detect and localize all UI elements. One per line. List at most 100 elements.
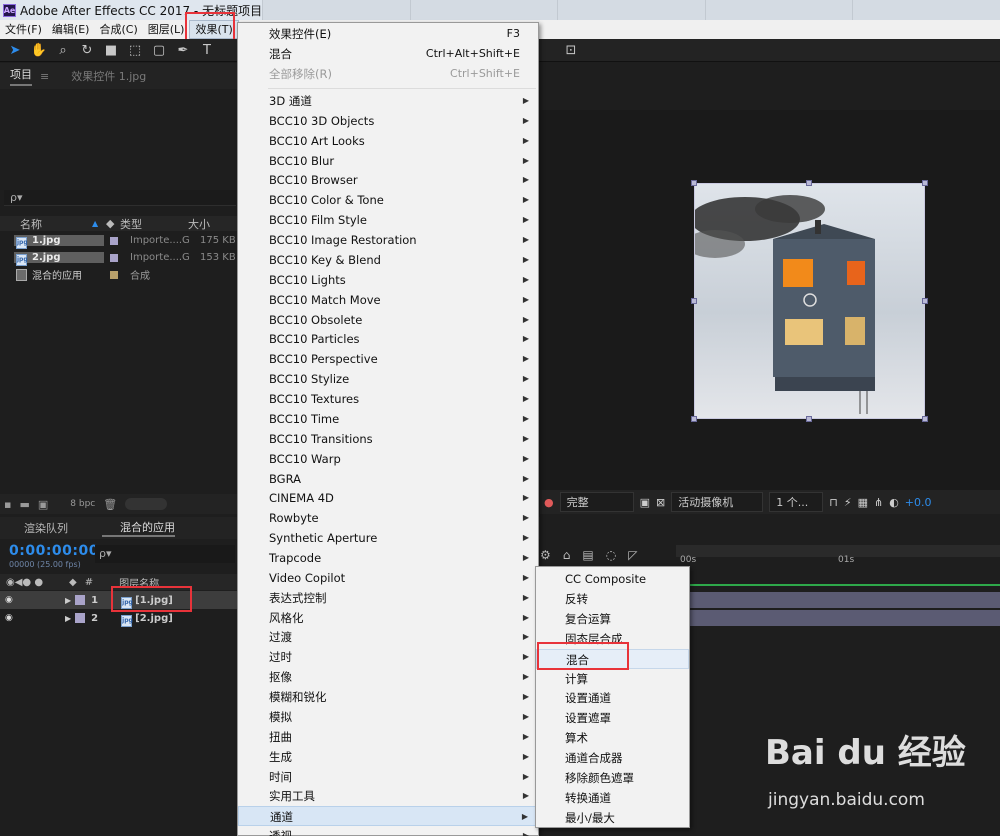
composition-image-flying-burning-house[interactable] — [694, 183, 925, 419]
submenu-item-channel-effect[interactable]: 最小/最大 — [536, 808, 689, 828]
submenu-item-channel-effect[interactable]: 反转 — [536, 589, 689, 609]
submenu-item-channel-effect[interactable]: 复合运算 — [536, 609, 689, 629]
menu-item-effect-category[interactable]: BCC10 Match Move ▶ — [238, 290, 538, 310]
selection-tool-icon[interactable]: ➤ — [6, 41, 24, 59]
menu-item-effect-category[interactable]: BCC10 Warp ▶ — [238, 449, 538, 469]
menu-item-effect-category[interactable]: BCC10 Film Style ▶ — [238, 210, 538, 230]
transform-handle[interactable] — [922, 416, 928, 422]
menu-item-effect-category[interactable]: BCC10 Particles ▶ — [238, 329, 538, 349]
menu-item-effect-category[interactable]: BCC10 Transitions ▶ — [238, 429, 538, 449]
flowchart-icon[interactable]: ⋔ — [874, 496, 883, 509]
project-item-row[interactable]: jpg 1.jpg Importe....G 175 KB — [0, 232, 237, 249]
submenu-item-channel-effect[interactable]: 通道合成器 — [536, 748, 689, 768]
menu-item-effect-category[interactable]: 透视 ▶ — [238, 826, 538, 836]
menu-item-effect-category[interactable]: Synthetic Aperture ▶ — [238, 528, 538, 548]
menu-item-effect-category[interactable]: Video Copilot ▶ — [238, 568, 538, 588]
layer-duration-bar[interactable] — [690, 592, 1000, 608]
project-item-row[interactable]: jpg 2.jpg Importe....G 153 KB — [0, 249, 237, 266]
menu-item-effect-category[interactable]: 通道 ▶ — [238, 806, 538, 826]
menu-item-effect-category[interactable]: CINEMA 4D ▶ — [238, 488, 538, 508]
label-column-icon[interactable]: ◆ — [106, 217, 120, 230]
timeline-icon[interactable]: ▦ — [858, 496, 868, 509]
transform-handle[interactable] — [691, 416, 697, 422]
menu-item-effect-category[interactable]: BGRA ▶ — [238, 469, 538, 489]
visibility-eye-icon[interactable]: ◉ — [5, 613, 15, 623]
submenu-item-channel-effect[interactable]: 转换通道 — [536, 788, 689, 808]
menu-item-effect-category[interactable]: 时间 ▶ — [238, 767, 538, 787]
zoom-tool-icon[interactable]: ⌕ — [54, 41, 72, 59]
tab-project[interactable]: 项目 — [10, 66, 32, 86]
menu-item-effect-category[interactable]: BCC10 Obsolete ▶ — [238, 310, 538, 330]
menu-item-effect-controls[interactable]: 效果控件(E) F3 — [238, 24, 538, 44]
menu-item-effect-category[interactable]: 抠像 ▶ — [238, 667, 538, 687]
transform-handle[interactable] — [691, 298, 697, 304]
submenu-item-channel-effect[interactable]: 设置通道 — [536, 688, 689, 708]
current-time-display[interactable]: 0:00:00:00 — [9, 543, 99, 559]
delete-trash-icon[interactable]: 🗑 — [103, 498, 117, 511]
transform-handle[interactable] — [922, 180, 928, 186]
expand-twirl-icon[interactable]: ▶ — [65, 614, 71, 623]
tab-composition-timeline[interactable]: 混合的应用 — [102, 519, 175, 537]
motion-blur-icon[interactable]: ◌ — [606, 548, 616, 562]
label-color-swatch[interactable] — [110, 270, 118, 279]
menu-item-effect-category[interactable]: 过渡 ▶ — [238, 627, 538, 647]
new-folder-icon[interactable]: ▬ — [19, 498, 29, 511]
transform-handle[interactable] — [922, 298, 928, 304]
resolution-dropdown[interactable]: 完整 — [559, 492, 634, 512]
menu-item-effect-category[interactable]: BCC10 Browser ▶ — [238, 170, 538, 190]
submenu-item-channel-effect[interactable]: CC Composite — [536, 569, 689, 589]
transparency-grid-icon[interactable]: ⊠ — [656, 496, 665, 509]
sort-ascending-icon[interactable]: ▲ — [92, 219, 106, 228]
menu-layer[interactable]: 图层(L) — [143, 20, 190, 39]
menu-item-effect-category[interactable]: BCC10 Stylize ▶ — [238, 369, 538, 389]
menu-item-effect-category[interactable]: 生成 ▶ — [238, 747, 538, 767]
camera-view-dropdown[interactable]: 活动摄像机 — [671, 492, 764, 512]
draft-3d-icon[interactable]: ⚙ — [540, 548, 551, 562]
thumbnail-slider[interactable] — [125, 498, 168, 510]
graph-editor-icon[interactable]: ◸ — [628, 548, 637, 562]
label-color-swatch[interactable] — [110, 253, 118, 262]
menu-item-effect-category[interactable]: BCC10 Perspective ▶ — [238, 349, 538, 369]
views-layout-dropdown[interactable]: 1 个... — [769, 492, 824, 512]
submenu-item-channel-effect[interactable]: 移除颜色遮罩 — [536, 768, 689, 788]
menu-item-effect-category[interactable]: 实用工具 ▶ — [238, 786, 538, 806]
submenu-item-channel-effect[interactable]: 计算 — [536, 669, 689, 689]
menu-item-effect-category[interactable]: 风格化 ▶ — [238, 608, 538, 628]
label-color-swatch[interactable] — [110, 236, 118, 245]
rotate-tool-icon[interactable]: ↻ — [78, 41, 96, 59]
menu-item-effect-category[interactable]: BCC10 Lights ▶ — [238, 270, 538, 290]
project-item-row[interactable]: 混合的应用 合成 — [0, 266, 237, 283]
fast-previews-icon[interactable]: ⚡ — [844, 496, 852, 509]
menu-item-effect-category[interactable]: BCC10 Blur ▶ — [238, 151, 538, 171]
time-ruler[interactable]: 00s 01s — [676, 545, 1000, 565]
transform-handle[interactable] — [806, 416, 812, 422]
menu-item-effect-category[interactable]: BCC10 Textures ▶ — [238, 389, 538, 409]
menu-item-blend-recent[interactable]: 混合 Ctrl+Alt+Shift+E — [238, 44, 538, 64]
bit-depth-label[interactable]: 8 bpc — [70, 499, 95, 509]
menu-item-effect-category[interactable]: Trapcode ▶ — [238, 548, 538, 568]
menu-item-effect-category[interactable]: BCC10 Image Restoration ▶ — [238, 230, 538, 250]
pan-behind-tool-icon[interactable]: ⬚ — [126, 41, 144, 59]
snap-icon[interactable]: ⊡ — [562, 41, 580, 59]
tab-effect-controls[interactable]: 效果控件 1.jpg — [71, 68, 146, 84]
column-type[interactable]: 类型 — [120, 216, 188, 232]
toggle-pixel-aspect-icon[interactable]: ⊓ — [829, 496, 838, 509]
new-composition-icon[interactable]: ▣ — [38, 498, 48, 511]
submenu-item-channel-effect[interactable]: 设置遮罩 — [536, 708, 689, 728]
column-size[interactable]: 大小 — [188, 216, 210, 232]
layer-label-swatch[interactable] — [75, 595, 86, 605]
label-column-icon[interactable]: ◆ — [69, 577, 77, 588]
interpret-footage-icon[interactable]: ▪ — [4, 498, 11, 511]
tab-render-queue[interactable]: 渲染队列 — [24, 520, 68, 536]
menu-item-effect-category[interactable]: BCC10 Art Looks ▶ — [238, 131, 538, 151]
visibility-eye-icon[interactable]: ◉ — [5, 595, 15, 605]
layer-duration-bar[interactable] — [690, 610, 1000, 626]
region-of-interest-icon[interactable]: ▣ — [640, 496, 650, 509]
menu-item-effect-category[interactable]: Rowbyte ▶ — [238, 508, 538, 528]
panel-menu-icon[interactable]: ≡ — [40, 70, 49, 83]
menu-item-effect-category[interactable]: 表达式控制 ▶ — [238, 588, 538, 608]
camera-tool-icon[interactable]: ■ — [102, 41, 120, 59]
work-area-bar[interactable] — [690, 584, 1000, 586]
pen-tool-icon[interactable]: ✒ — [174, 41, 192, 59]
menu-item-effect-category[interactable]: 过时 ▶ — [238, 647, 538, 667]
